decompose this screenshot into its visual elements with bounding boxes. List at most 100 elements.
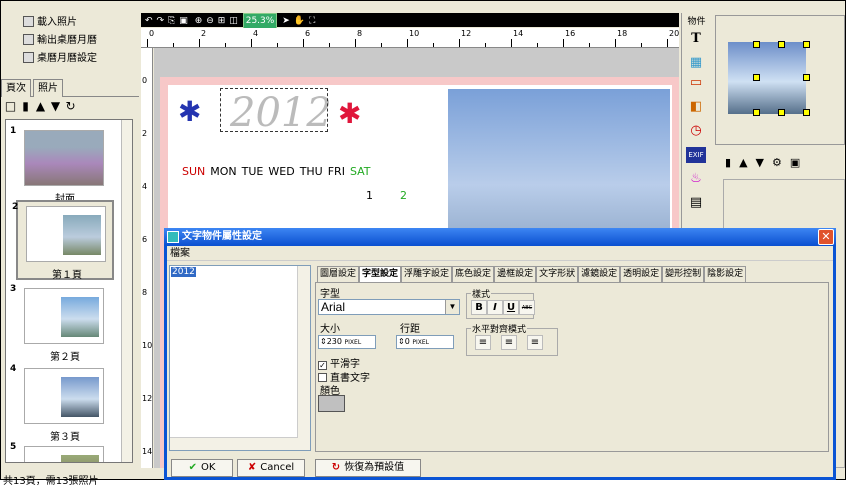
page-tools: □ ▮ ▲ ▼ ↻ xyxy=(3,99,138,117)
ruler-label: 0 xyxy=(149,29,155,38)
preview-image xyxy=(728,42,806,114)
redo-icon[interactable]: ↷ xyxy=(155,14,167,28)
ruler-label: 4 xyxy=(253,29,259,38)
move-up-icon[interactable]: ▲ xyxy=(739,156,747,169)
move-up-icon[interactable]: ▲ xyxy=(33,99,48,113)
move-down-icon[interactable]: ▼ xyxy=(756,156,764,169)
sidebar-tabs: 頁次 照片 xyxy=(1,79,139,97)
color-swatch[interactable] xyxy=(318,395,345,412)
dialog-menu-file[interactable]: 檔案 xyxy=(167,247,833,261)
align-left-button[interactable]: ≡ xyxy=(475,335,491,350)
layer-tools: ▮ ▲ ▼ ⚙ ▣ xyxy=(725,156,845,169)
ruler-tick xyxy=(329,43,330,47)
tab-8[interactable]: 變形控制 xyxy=(662,266,705,282)
zoom-level: 25.3% xyxy=(242,13,278,29)
tab-0[interactable]: 圖層設定 xyxy=(317,266,360,282)
fit-icon[interactable]: ⊞ xyxy=(216,14,228,28)
refresh-icon[interactable]: ↻ xyxy=(63,99,78,113)
align-center-button[interactable]: ≡ xyxy=(501,335,517,350)
list-item[interactable]: 2012 xyxy=(171,267,196,277)
page-thumbnail[interactable]: 5 xyxy=(10,442,114,462)
text-object-list[interactable]: 2012 xyxy=(169,265,311,451)
zoom-out-icon[interactable]: ⊖ xyxy=(204,14,216,28)
view-icon[interactable]: ▣ xyxy=(790,156,800,169)
export-calendar-menu-item[interactable]: 輸出桌曆月曆 xyxy=(23,33,133,49)
dialog-button-bar: ✔ OK ✘ Cancel ↻ 恢復為預設值 xyxy=(167,455,833,477)
close-icon: ✘ xyxy=(247,462,257,473)
ruler-tick xyxy=(589,43,590,47)
hand-icon[interactable]: ✋ xyxy=(292,14,307,28)
layer-icon[interactable]: ◧ xyxy=(686,99,706,115)
pointer-icon[interactable]: ➤ xyxy=(280,14,292,28)
page-thumbnail-list: 1 封面 2 第１頁 3 第２頁 4 第３頁 5 xyxy=(5,119,133,463)
ruler-tick xyxy=(381,43,382,47)
smooth-checkbox[interactable]: ✓ 平滑字 xyxy=(318,355,360,370)
delete-icon[interactable]: ▮ xyxy=(725,156,731,169)
font-label: 字型 xyxy=(320,289,340,300)
thumbnail-scrollbar[interactable] xyxy=(121,120,132,462)
tab-9[interactable]: 陰影設定 xyxy=(704,266,747,282)
selection-box[interactable] xyxy=(220,88,328,132)
image-icon[interactable]: ▦ xyxy=(686,55,706,71)
clock-icon[interactable]: ◷ xyxy=(686,123,706,139)
select-icon[interactable]: ⛶ xyxy=(307,14,317,28)
ruler-tick xyxy=(615,39,616,47)
tab-3[interactable]: 底色設定 xyxy=(452,266,495,282)
calendar-photo[interactable] xyxy=(448,89,670,249)
properties-icon[interactable]: ⚙ xyxy=(772,156,782,169)
copy-icon[interactable]: ⎘ xyxy=(166,14,177,28)
list-horizontal-scrollbar[interactable] xyxy=(170,437,298,450)
tab-1[interactable]: 字型設定 xyxy=(359,266,402,282)
ruler-label: 2 xyxy=(142,129,148,138)
left-sidebar: 載入照片 輸出桌曆月曆 桌曆月曆設定 頁次 照片 □▮▲▼↻ 1 封面 2 第１… xyxy=(1,13,139,487)
close-button[interactable]: ✕ xyxy=(818,229,834,245)
move-down-icon[interactable]: ▼ xyxy=(48,99,63,113)
weekday-header: SUN MON TUE WED THU FRI SAT xyxy=(182,165,371,178)
calendar-day: 2 xyxy=(400,189,407,202)
italic-button[interactable]: I xyxy=(487,300,503,315)
frame-icon[interactable]: ▭ xyxy=(686,75,706,91)
page-thumbnail[interactable]: 3 第２頁 xyxy=(10,284,114,363)
tab-5[interactable]: 文字形狀 xyxy=(536,266,579,282)
cake-icon[interactable]: ♨ xyxy=(686,171,706,187)
cancel-button[interactable]: ✘ Cancel xyxy=(237,459,305,477)
ruler-label: 12 xyxy=(461,29,472,38)
spacing-stepper[interactable]: ⇕0 PIXEL xyxy=(396,335,454,349)
calendar-icon[interactable]: ▤ xyxy=(686,195,706,211)
ruler-label: 10 xyxy=(409,29,420,38)
strikethrough-button[interactable]: ABC xyxy=(519,300,535,315)
delete-icon[interactable]: ▮ xyxy=(18,99,33,113)
page-thumbnail[interactable]: 2 第１頁 xyxy=(12,200,114,281)
ok-button[interactable]: ✔ OK xyxy=(171,459,233,477)
underline-button[interactable]: U xyxy=(503,300,519,315)
ruler-tick xyxy=(485,43,486,47)
align-right-button[interactable]: ≡ xyxy=(527,335,543,350)
tab-pages[interactable]: 頁次 xyxy=(1,79,31,97)
font-select[interactable]: Arial ▼ xyxy=(318,299,460,315)
bold-button[interactable]: B xyxy=(471,300,487,315)
tab-2[interactable]: 浮雕字設定 xyxy=(401,266,453,282)
thumbnail-image xyxy=(24,288,104,344)
tab-6[interactable]: 濾鏡設定 xyxy=(578,266,621,282)
load-photo-menu-item[interactable]: 載入照片 xyxy=(23,15,133,31)
tab-7[interactable]: 透明設定 xyxy=(620,266,663,282)
new-page-icon[interactable]: □ xyxy=(3,99,18,113)
reset-defaults-button[interactable]: ↻ 恢復為預設值 xyxy=(315,459,421,477)
thumbnail-image xyxy=(24,130,104,186)
size-stepper[interactable]: ⇕230 PIXEL xyxy=(318,335,376,349)
page-thumbnail[interactable]: 1 封面 xyxy=(10,126,114,205)
exif-icon[interactable]: EXIF xyxy=(686,147,706,163)
tab-4[interactable]: 邊框設定 xyxy=(494,266,537,282)
tab-photos[interactable]: 照片 xyxy=(33,79,63,97)
thumbnail-image xyxy=(24,368,104,424)
text-icon[interactable]: T xyxy=(686,31,706,47)
paste-icon[interactable]: ▣ xyxy=(177,14,190,28)
list-vertical-scrollbar[interactable] xyxy=(297,266,310,450)
page-thumbnail[interactable]: 4 第３頁 xyxy=(10,364,114,443)
zoom-in-icon[interactable]: ⊕ xyxy=(193,14,205,28)
calendar-settings-menu-item[interactable]: 桌曆月曆設定 xyxy=(23,51,133,67)
actual-size-icon[interactable]: ◫ xyxy=(227,14,240,28)
ruler-label: 2 xyxy=(201,29,207,38)
undo-icon[interactable]: ↶ xyxy=(143,14,155,28)
ruler-tick xyxy=(537,43,538,47)
